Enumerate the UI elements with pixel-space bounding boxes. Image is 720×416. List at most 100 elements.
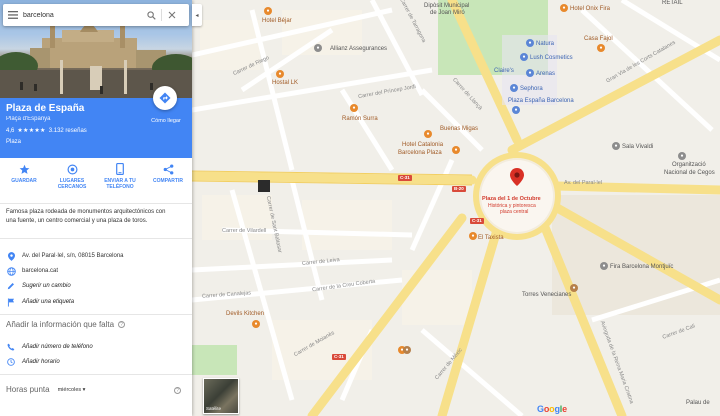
casa-fajol-pin-icon[interactable]: ●	[597, 44, 605, 52]
map-label-hotel-onix[interactable]: Hotel Onix Fira	[570, 6, 610, 12]
suggest-edit-link[interactable]: Sugerir un cambio	[22, 283, 71, 289]
nearby-label-1: LUGARES	[59, 178, 85, 184]
natura-pin-icon[interactable]: ●	[526, 39, 534, 47]
sala-vivaldi-pin-icon[interactable]: ●	[612, 142, 620, 150]
ramon-surra-pin-icon[interactable]: ●	[350, 104, 358, 112]
missing-info-title-text: Añadir la información que falta	[6, 320, 115, 329]
website-link[interactable]: barcelona.cat	[22, 268, 58, 274]
share-button[interactable]: COMPARTIR	[146, 163, 190, 202]
map-canvas[interactable]: Hotel Béjar ● Dipòsit Municipal de Joan …	[192, 0, 720, 416]
map-label-hostal-lk[interactable]: Hostal LK	[272, 80, 298, 86]
fira-pin-icon[interactable]: ●	[600, 262, 608, 270]
search-button[interactable]	[141, 4, 161, 26]
pencil-icon	[7, 283, 14, 290]
website-row[interactable]: barcelona.cat	[0, 263, 192, 279]
mall-pin-icon[interactable]: ●	[512, 106, 520, 114]
map-label-org-2: Nacional de Cegos	[664, 170, 715, 176]
menu-icon[interactable]	[3, 11, 23, 19]
add-label-row[interactable]: Añadir una etiqueta	[0, 294, 192, 310]
send-to-phone-button[interactable]: ENVIAR A TU TELÉFONO	[98, 163, 142, 202]
road-shield-4: C-31	[398, 175, 412, 181]
clock-icon	[7, 358, 15, 366]
search-icon	[146, 10, 156, 20]
search-bar	[3, 4, 189, 26]
map-label-diposit-2: de Joan Miró	[430, 10, 465, 16]
map-label-ramon-surra[interactable]: Ramón Surra	[342, 116, 378, 122]
torres-pin-icon[interactable]: ●	[570, 284, 578, 292]
center-place-sub-2: plaza central	[500, 209, 529, 215]
address-row[interactable]: Av. del Paral·lel, s/n, 08015 Barcelona	[0, 248, 192, 264]
globe-icon	[6, 266, 16, 276]
add-label-link[interactable]: Añadir una etiqueta	[22, 299, 74, 305]
directions-label[interactable]: Cómo llegar	[148, 118, 184, 124]
allianz-pin-icon[interactable]: ●	[314, 44, 322, 52]
map-label-hotel-catalonia-2: Barcelona Plaza	[398, 150, 442, 156]
save-button[interactable]: GUARDAR	[2, 163, 46, 202]
phone-icon	[116, 163, 124, 175]
map-label-casa-fajol[interactable]: Casa Fajol	[584, 36, 613, 42]
flag-icon	[7, 297, 15, 307]
selected-place-pin-icon[interactable]	[510, 168, 524, 186]
add-phone-link[interactable]: Añadir número de teléfono	[22, 344, 93, 350]
save-label: GUARDAR	[11, 178, 37, 184]
map-label-arenas[interactable]: Arenas	[536, 71, 555, 77]
popular-times-help-icon[interactable]: ?	[174, 387, 181, 394]
google-logo-letter: G	[537, 404, 544, 414]
map-label-el-taxista[interactable]: El Taxista	[478, 235, 504, 241]
map-label-fira[interactable]: Fira Barcelona Montjuïc	[610, 264, 673, 270]
share-label: COMPARTIR	[153, 178, 183, 184]
add-hours-link[interactable]: Añadir horario	[22, 359, 60, 365]
google-logo-letter: e	[562, 404, 567, 414]
day-dropdown[interactable]: miércoles ▾	[58, 387, 86, 393]
suggest-edit-row[interactable]: Sugerir un cambio	[0, 278, 192, 294]
map-label-plaza-espana-bcn[interactable]: Plaza España Barcelona	[508, 98, 574, 104]
collapse-panel-button[interactable]: ◂	[192, 4, 202, 26]
missing-info-title: Añadir la información que falta ?	[6, 320, 126, 329]
place-name: Plaza de España	[6, 103, 85, 114]
hotel-onix-pin-icon[interactable]: ●	[560, 4, 568, 12]
el-taxista-pin-icon[interactable]: ●	[469, 232, 477, 240]
museum-pin-icon[interactable]: ●	[403, 346, 411, 354]
lush-pin-icon[interactable]: ●	[520, 53, 528, 61]
map-label-sala-vivaldi[interactable]: Sala Vivaldi	[622, 144, 653, 150]
devils-kitchen-pin-icon[interactable]: ●	[252, 320, 260, 328]
map-label-palau: Palau de	[686, 400, 710, 406]
map-label-buenas-migas[interactable]: Buenas Migas	[440, 126, 478, 132]
map-label-natura[interactable]: Natura	[536, 41, 554, 47]
nearby-button[interactable]: LUGARES CERCANOS	[50, 163, 94, 202]
divider	[0, 314, 192, 315]
hotel-catalonia-pin-icon[interactable]: ●	[424, 130, 432, 138]
map-label-hotel-bejar[interactable]: Hotel Béjar	[262, 18, 292, 24]
add-phone-row[interactable]: Añadir número de teléfono	[0, 339, 192, 355]
sephora-pin-icon[interactable]: ●	[510, 84, 518, 92]
search-input[interactable]	[23, 11, 141, 19]
place-type[interactable]: Plaza	[6, 139, 21, 145]
center-place-label[interactable]: Plaza del 1 de Octubre	[482, 196, 541, 203]
place-panel: Plaza de España Plaça d'Espanya 4,6 ★★★★…	[0, 0, 192, 416]
hotel-pin-icon[interactable]: ●	[264, 7, 272, 15]
map-label-allianz[interactable]: Allianz Assegurances	[330, 46, 387, 52]
arenas-pin-icon[interactable]: ●	[526, 69, 534, 77]
map-label-claires[interactable]: Claire's	[494, 68, 514, 74]
org-pin-icon[interactable]: ●	[678, 152, 686, 160]
map-label-hotel-catalonia[interactable]: Hotel Catalonia	[402, 142, 443, 148]
hostal-lk-pin-icon[interactable]: ●	[276, 70, 284, 78]
help-icon[interactable]: ?	[118, 321, 126, 328]
map-label-sephora[interactable]: Sephora	[520, 86, 543, 92]
map-label-torres[interactable]: Torres Venecianes	[522, 292, 571, 298]
map-label-lush[interactable]: Lush Cosmetics	[530, 55, 573, 61]
phone-call-icon	[7, 343, 15, 351]
buenas-migas-pin-icon[interactable]: ●	[452, 146, 460, 154]
review-count-link[interactable]: 3.132 reseñas	[49, 128, 87, 134]
map-label-devils-kitchen[interactable]: Devils Kitchen	[226, 311, 264, 317]
add-hours-row[interactable]: Añadir horario	[0, 354, 192, 370]
divider	[0, 238, 192, 239]
satellite-toggle[interactable]: Satélite	[203, 378, 239, 414]
clear-search-button[interactable]	[162, 4, 182, 26]
description-line-1: Famosa plaza rodeada de monumentos arqui…	[6, 209, 166, 215]
divider	[0, 203, 192, 204]
rating-value: 4,6	[6, 127, 15, 134]
directions-button[interactable]	[153, 86, 177, 110]
map-label-org[interactable]: Organització	[672, 162, 706, 168]
map-label-diposit[interactable]: Dipòsit Municipal	[424, 3, 469, 9]
